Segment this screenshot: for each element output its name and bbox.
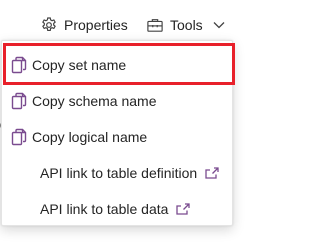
toolbox-icon xyxy=(146,17,164,33)
tools-dropdown-button[interactable]: Tools xyxy=(146,14,225,36)
command-bar: Properties Tools xyxy=(0,0,248,40)
menu-item-label: Copy set name xyxy=(32,57,127,73)
properties-label: Properties xyxy=(64,17,128,33)
copy-icon xyxy=(2,92,30,110)
menu-item-copy-logical-name[interactable]: Copy logical name xyxy=(2,119,232,155)
copy-icon xyxy=(2,128,30,146)
menu-item-label: API link to table data xyxy=(40,201,169,217)
open-external-icon xyxy=(205,167,219,179)
tools-label: Tools xyxy=(170,17,203,33)
menu-item-api-link-table-data[interactable]: API link to table data xyxy=(2,191,232,227)
copy-icon xyxy=(2,56,30,74)
properties-button[interactable]: Properties xyxy=(40,14,128,36)
gear-icon xyxy=(40,16,58,34)
menu-item-label: Copy schema name xyxy=(32,93,157,109)
menu-item-copy-schema-name[interactable]: Copy schema name xyxy=(2,83,232,119)
menu-item-copy-set-name[interactable]: Copy set name xyxy=(2,47,232,83)
open-external-icon xyxy=(176,203,191,215)
menu-item-api-link-table-definition[interactable]: API link to table definition xyxy=(2,155,232,191)
menu-item-label: Copy logical name xyxy=(32,129,148,145)
chevron-down-icon xyxy=(213,21,225,29)
menu-item-label: API link to table definition xyxy=(40,165,198,181)
tools-menu: Copy set name Copy schema name Copy logi… xyxy=(1,40,233,226)
